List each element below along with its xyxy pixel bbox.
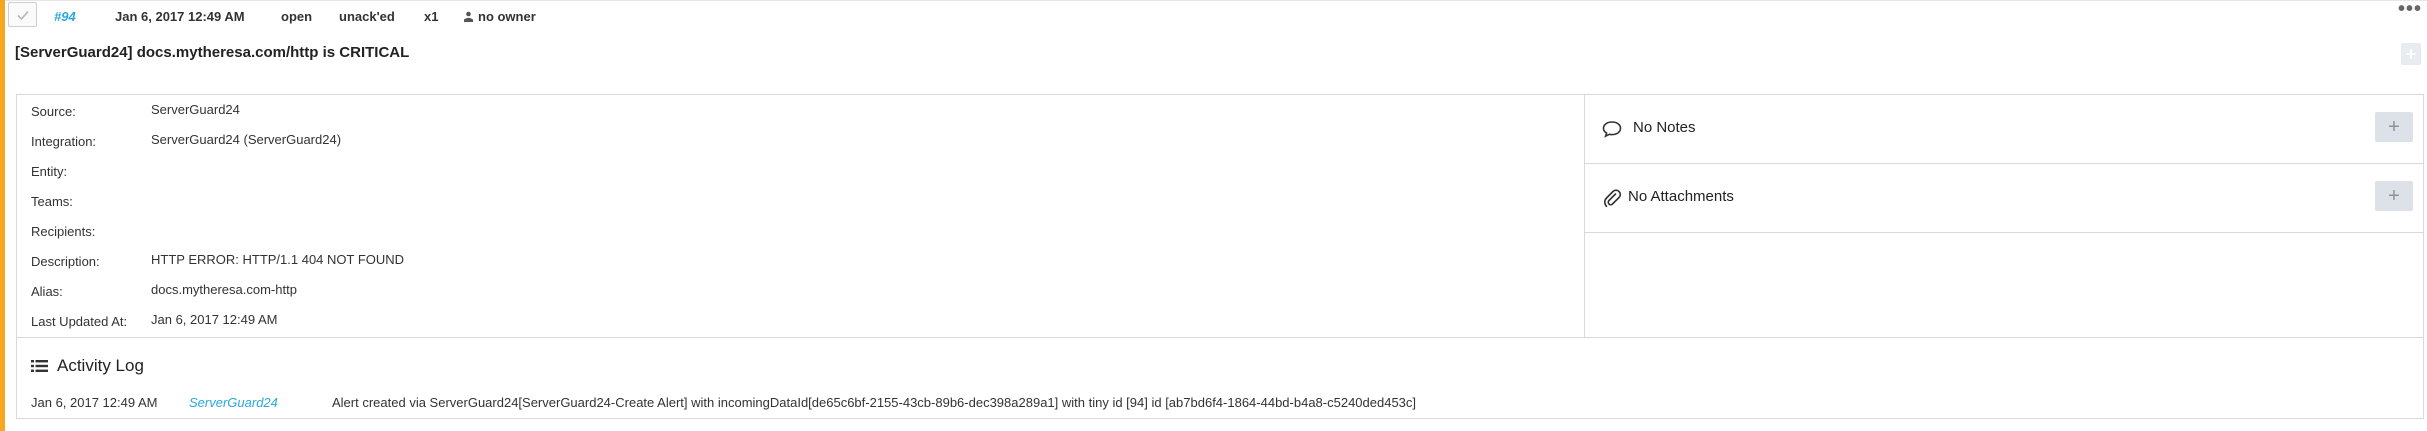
source-label: Source: <box>31 104 76 119</box>
last-updated-label: Last Updated At: <box>31 314 128 329</box>
notes-label: No Notes <box>1633 119 1696 136</box>
speech-bubble-icon <box>1602 121 1622 138</box>
alert-owner: no owner <box>463 9 536 24</box>
alert-ack-state: unack'ed <box>339 9 395 24</box>
activity-log: Activity Log Jan 6, 2017 12:49 AM Server… <box>17 337 2423 420</box>
last-updated-value: Jan 6, 2017 12:49 AM <box>151 312 278 327</box>
recipients-label: Recipients: <box>31 224 96 239</box>
attachments-section: No Attachments + <box>1585 164 2423 233</box>
user-icon <box>464 11 473 22</box>
notes-section: No Notes + <box>1585 95 2423 164</box>
add-note-button[interactable]: + <box>2375 112 2413 142</box>
teams-label: Teams: <box>31 194 73 209</box>
log-entry-date: Jan 6, 2017 12:49 AM <box>31 395 158 410</box>
check-icon <box>16 10 29 20</box>
alert-details: Source: ServerGuard24 Integration: Serve… <box>17 95 1585 337</box>
notes-attachments-column: No Notes + No Attachments + <box>1585 95 2423 337</box>
row-divider <box>5 0 2427 1</box>
alert-status: open <box>281 9 313 24</box>
severity-accent-bar <box>0 0 5 431</box>
alert-detail-panel: Source: ServerGuard24 Integration: Serve… <box>16 94 2424 419</box>
integration-value: ServerGuard24 (ServerGuard24) <box>151 132 342 147</box>
activity-log-header: Activity Log <box>31 356 144 376</box>
alert-created-at: Jan 6, 2017 12:49 AM <box>115 9 245 24</box>
add-attachment-button[interactable]: + <box>2375 181 2413 211</box>
log-entry-user-link[interactable]: ServerGuard24 <box>189 395 278 410</box>
paperclip-icon <box>1603 189 1622 208</box>
alias-label: Alias: <box>31 284 63 299</box>
attachments-label: No Attachments <box>1628 188 1734 205</box>
description-value: HTTP ERROR: HTTP/1.1 404 NOT FOUND <box>151 252 405 267</box>
source-value: ServerGuard24 <box>151 102 240 117</box>
alert-count: x1 <box>424 9 439 24</box>
select-checkbox[interactable] <box>8 2 37 27</box>
owner-label: no owner <box>478 9 536 24</box>
integration-label: Integration: <box>31 134 97 149</box>
list-icon <box>31 360 48 372</box>
log-entry-message: Alert created via ServerGuard24[ServerGu… <box>332 395 1417 410</box>
add-tag-button[interactable]: + <box>2401 43 2421 65</box>
alert-id-link[interactable]: #94 <box>54 9 76 24</box>
alert-title: [ServerGuard24] docs.mytheresa.com/http … <box>15 44 410 61</box>
activity-log-title: Activity Log <box>57 356 144 375</box>
entity-label: Entity: <box>31 164 68 179</box>
alias-value: docs.mytheresa.com-http <box>151 282 297 297</box>
description-label: Description: <box>31 254 100 269</box>
more-actions-button[interactable]: ••• <box>2398 0 2422 19</box>
